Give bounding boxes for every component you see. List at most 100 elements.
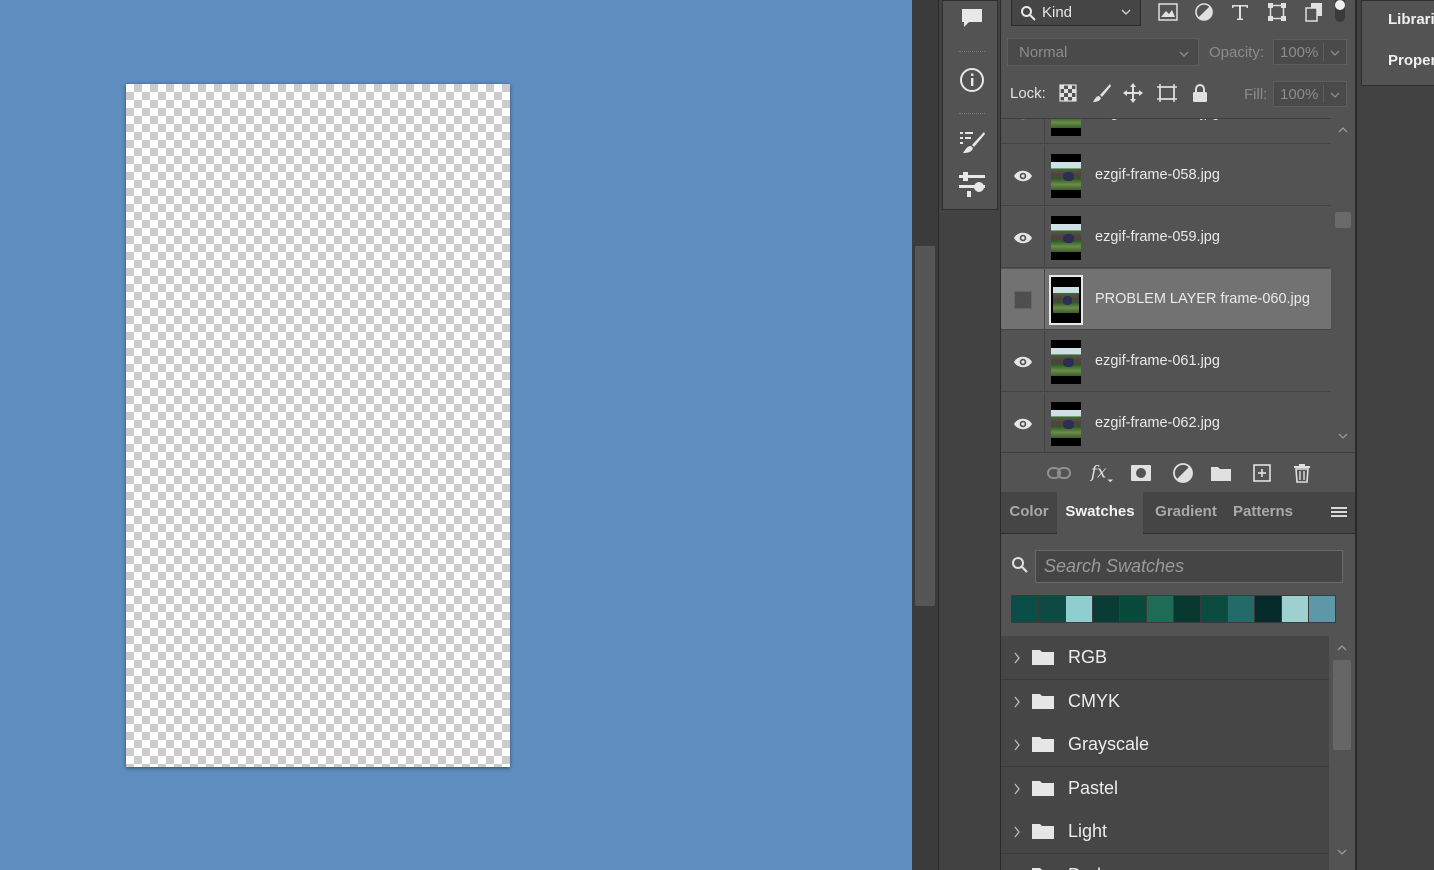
tab-patterns[interactable]: Patterns: [1227, 492, 1299, 534]
add-mask-icon[interactable]: [1129, 461, 1153, 485]
visibility-eye-icon[interactable]: [1001, 145, 1045, 206]
link-layers-icon[interactable]: [1047, 461, 1071, 485]
chevron-right-icon[interactable]: [1013, 825, 1021, 839]
lock-position-icon[interactable]: [1122, 82, 1144, 104]
new-adjustment-layer-icon[interactable]: [1171, 461, 1195, 485]
visibility-toggle-off[interactable]: [1001, 269, 1045, 330]
workspace-scrollbar[interactable]: [912, 0, 938, 870]
layer-row[interactable]: ezgif-frame-062.jpg: [1001, 393, 1331, 452]
fx-icon[interactable]: fx: [1089, 461, 1113, 485]
chevron-right-icon[interactable]: [1013, 738, 1021, 752]
workspace-scrollbar-thumb[interactable]: [915, 246, 935, 606]
filter-pixel-icon[interactable]: [1157, 2, 1179, 22]
filter-shape-icon[interactable]: [1266, 2, 1288, 22]
lock-label: Lock:: [1010, 85, 1046, 102]
swatch-group-row[interactable]: Pastel: [1001, 766, 1329, 811]
visibility-eye-icon[interactable]: [1001, 207, 1045, 268]
layer-name: ezgif-frame-062.jpg: [1095, 415, 1220, 431]
color-swatch[interactable]: [1147, 596, 1173, 622]
color-swatch[interactable]: [1039, 596, 1065, 622]
swatch-group-name: Pastel: [1068, 777, 1119, 798]
new-layer-icon[interactable]: [1250, 461, 1274, 485]
layers-scrollbar[interactable]: [1331, 118, 1355, 452]
swatch-group-row[interactable]: RGB: [1001, 636, 1329, 680]
swatches-scrollbar-thumb[interactable]: [1333, 660, 1351, 750]
color-swatch[interactable]: [1228, 596, 1254, 622]
filter-smart-object-icon[interactable]: [1303, 2, 1325, 22]
chevron-down-icon[interactable]: [1338, 432, 1348, 440]
swatch-group-row[interactable]: Dark: [1001, 853, 1329, 870]
layer-thumbnail[interactable]: [1051, 119, 1081, 136]
filter-adjustment-icon[interactable]: [1193, 2, 1215, 22]
chevron-right-icon[interactable]: [1013, 651, 1021, 665]
swatches-scrollbar[interactable]: [1329, 636, 1355, 870]
new-group-folder-icon[interactable]: [1209, 461, 1233, 485]
brush-settings-icon[interactable]: [953, 125, 991, 159]
chevron-up-icon[interactable]: [1337, 644, 1347, 652]
opacity-label: Opacity:: [1209, 44, 1265, 61]
properties-panel-button[interactable]: Properties: [1372, 45, 1434, 75]
layer-thumbnail[interactable]: [1049, 275, 1083, 325]
fill-field[interactable]: 100%: [1273, 81, 1347, 107]
swatch-group-name: Light: [1068, 821, 1108, 841]
dock-grip[interactable]: [959, 51, 985, 54]
swatch-group-row[interactable]: Light: [1001, 810, 1329, 854]
layer-thumbnail[interactable]: [1051, 154, 1081, 198]
lock-image-pixels-icon[interactable]: [1091, 82, 1113, 104]
chevron-right-icon[interactable]: [1013, 782, 1021, 796]
lock-transparent-pixels-icon[interactable]: [1057, 82, 1079, 104]
dock-grip[interactable]: [959, 113, 985, 116]
visibility-eye-icon[interactable]: [1001, 331, 1045, 392]
swatch-group-row[interactable]: CMYK: [1001, 679, 1329, 724]
color-swatch[interactable]: [1309, 596, 1335, 622]
layer-name: PROBLEM LAYER frame-060.jpg: [1095, 291, 1310, 307]
filter-toggle-switch[interactable]: [1335, 0, 1345, 22]
blend-mode-select[interactable]: Normal: [1007, 38, 1199, 66]
chevron-down-icon[interactable]: [1330, 48, 1340, 58]
document-canvas-transparent[interactable]: [126, 84, 510, 767]
fill-label: Fill:: [1244, 86, 1268, 103]
color-swatch[interactable]: [1012, 596, 1038, 622]
chevron-down-icon[interactable]: [1330, 90, 1340, 100]
layer-list[interactable]: ezgif-frame-057.jpg ezgif-frame-058.jpg ez…: [1001, 118, 1331, 452]
tab-gradient[interactable]: Gradient: [1151, 492, 1221, 534]
color-swatch[interactable]: [1066, 596, 1092, 622]
layer-thumbnail[interactable]: [1051, 216, 1081, 260]
layers-scrollbar-thumb[interactable]: [1335, 212, 1351, 228]
tab-color[interactable]: Color: [1001, 492, 1057, 534]
tab-swatches[interactable]: Swatches: [1057, 492, 1143, 535]
chevron-down-icon[interactable]: [1337, 848, 1347, 856]
layer-row[interactable]: ezgif-frame-058.jpg: [1001, 145, 1331, 206]
chevron-right-icon[interactable]: [1013, 695, 1021, 709]
layer-thumbnail[interactable]: [1051, 402, 1081, 446]
lock-all-icon[interactable]: [1189, 82, 1211, 104]
layer-row[interactable]: ezgif-frame-059.jpg: [1001, 207, 1331, 268]
swatch-group-list[interactable]: RGB CMYK Grayscale Pastel Light Dark: [1001, 636, 1329, 870]
visibility-eye-icon[interactable]: [1001, 393, 1045, 452]
filter-type-icon[interactable]: [1229, 2, 1251, 22]
canvas-workspace[interactable]: [0, 0, 912, 870]
color-swatch[interactable]: [1255, 596, 1281, 622]
libraries-panel-button[interactable]: Libraries: [1372, 4, 1434, 34]
swatches-search-input[interactable]: Search Swatches: [1035, 550, 1343, 583]
info-icon[interactable]: [953, 63, 991, 97]
layer-row[interactable]: ezgif-frame-061.jpg: [1001, 331, 1331, 392]
color-swatch[interactable]: [1282, 596, 1308, 622]
filter-kind-select[interactable]: Kind: [1011, 0, 1141, 26]
panel-menu-icon[interactable]: [1331, 507, 1347, 521]
layer-row[interactable]: PROBLEM LAYER frame-060.jpg: [1001, 269, 1331, 330]
opacity-field[interactable]: 100%: [1273, 39, 1347, 65]
visibility-eye-icon[interactable]: [1001, 119, 1045, 144]
color-swatch[interactable]: [1120, 596, 1146, 622]
lock-artboard-icon[interactable]: [1156, 82, 1178, 104]
delete-layer-trash-icon[interactable]: [1290, 461, 1314, 485]
swatch-group-row[interactable]: Grayscale: [1001, 723, 1329, 767]
chevron-up-icon[interactable]: [1338, 126, 1348, 134]
color-swatch[interactable]: [1201, 596, 1227, 622]
layer-thumbnail[interactable]: [1051, 340, 1081, 384]
color-swatch[interactable]: [1174, 596, 1200, 622]
layer-row[interactable]: ezgif-frame-057.jpg: [1001, 119, 1331, 144]
comments-icon[interactable]: [953, 1, 991, 35]
adjustments-icon[interactable]: [953, 167, 991, 201]
color-swatch[interactable]: [1093, 596, 1119, 622]
